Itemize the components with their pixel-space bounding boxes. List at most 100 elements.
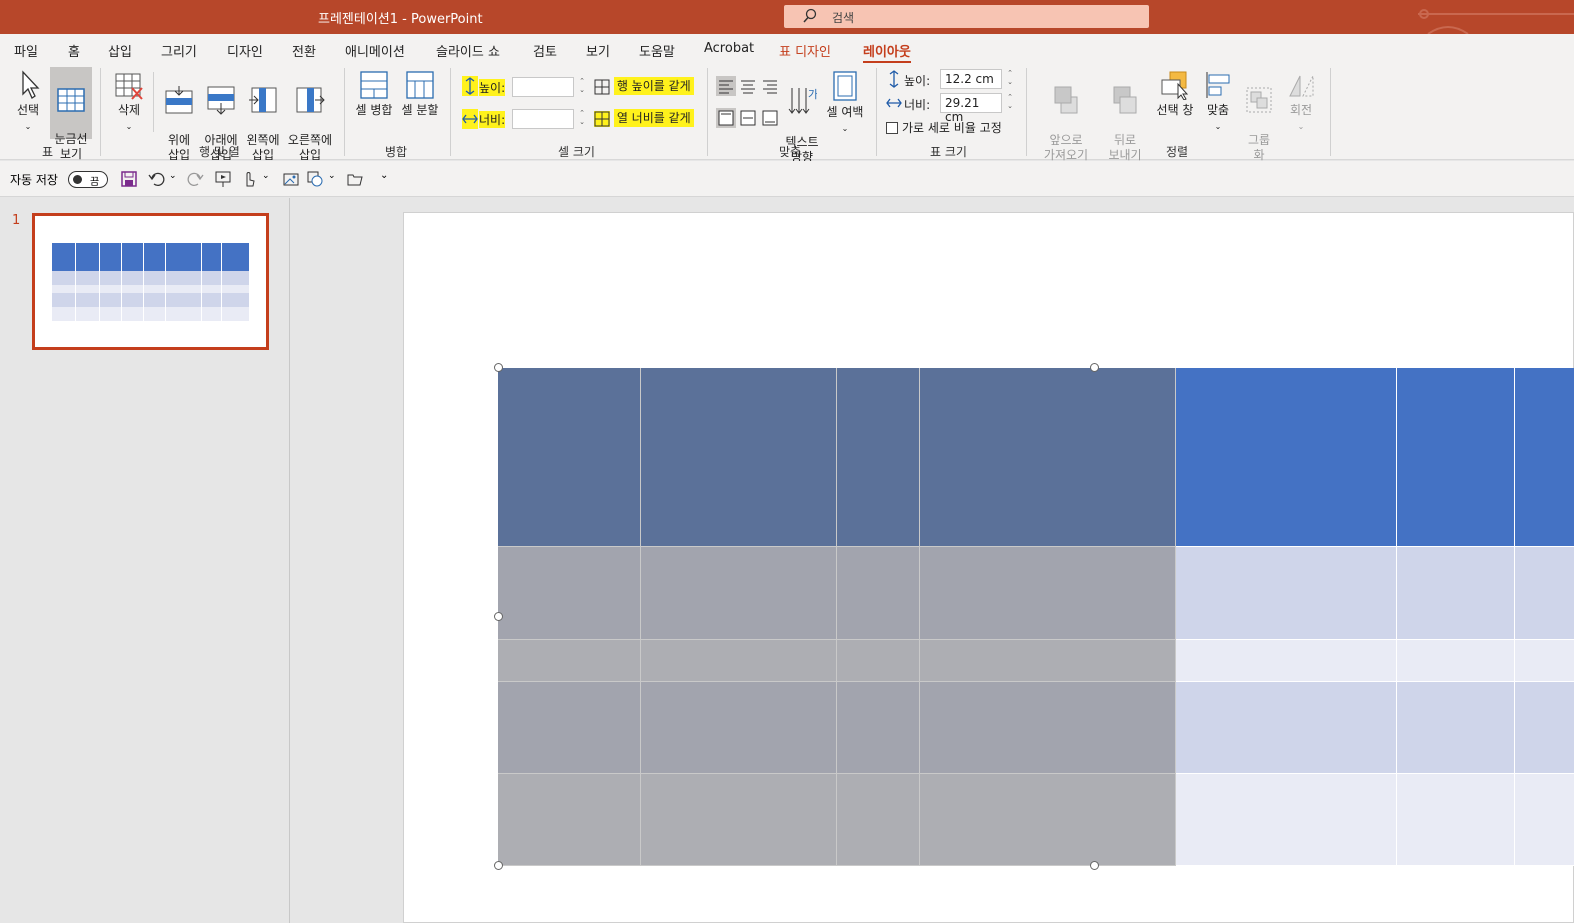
tab-layout[interactable]: 레이아웃	[863, 41, 911, 63]
view-gridlines-button[interactable]: 눈금선 보기	[50, 67, 92, 161]
table-cell[interactable]	[1175, 639, 1398, 682]
align-center-icon[interactable]	[738, 76, 758, 96]
align-bottom-icon[interactable]	[760, 108, 780, 128]
table-cell[interactable]	[1514, 639, 1574, 682]
autosave-toggle[interactable]: 끔	[68, 171, 108, 188]
table-cell[interactable]	[919, 773, 1177, 866]
resize-handle-top-left[interactable]	[494, 363, 503, 372]
table-cell[interactable]	[836, 773, 920, 866]
table-row[interactable]	[498, 546, 1574, 640]
table[interactable]	[498, 368, 1574, 866]
table-row[interactable]	[498, 368, 1574, 547]
table-cell[interactable]	[640, 773, 837, 866]
table-cell[interactable]	[498, 773, 641, 866]
table-cell[interactable]	[1396, 639, 1515, 682]
cell-height-spinner[interactable]: ⌃ ⌄	[577, 77, 587, 97]
table-cell[interactable]	[1514, 368, 1574, 547]
align-left-icon[interactable]	[716, 76, 736, 96]
table-cell[interactable]	[836, 681, 920, 774]
bring-forward-button[interactable]: 앞으로 가져오기	[1034, 70, 1098, 163]
slide-thumbnail[interactable]	[32, 213, 269, 350]
insert-right-button[interactable]: 오른쪽에 삽입	[284, 70, 336, 163]
table-cell[interactable]	[1396, 546, 1515, 640]
insert-left-button[interactable]: 왼쪽에 삽입	[243, 70, 283, 163]
shapes-icon[interactable]	[306, 170, 324, 188]
rotate-button[interactable]: 회전 ⌄	[1282, 70, 1320, 134]
distribute-rows-button[interactable]: 행 높이를 같게	[594, 77, 694, 95]
group-button[interactable]: 그룹 화	[1240, 70, 1278, 163]
search-box[interactable]: 검색	[784, 5, 1149, 28]
table-cell[interactable]	[1514, 546, 1574, 640]
touch-mode-icon[interactable]	[240, 170, 258, 188]
resize-handle-left[interactable]	[494, 612, 503, 621]
cell-width-spinner[interactable]: ⌃ ⌄	[577, 109, 587, 129]
send-backward-button[interactable]: 뒤로 보내기	[1100, 70, 1150, 163]
table-cell[interactable]	[919, 368, 1177, 547]
open-folder-icon[interactable]	[346, 170, 364, 188]
resize-handle-bottom[interactable]	[1090, 861, 1099, 870]
select-button[interactable]: 선택 ⌄	[8, 70, 48, 134]
table-height-spinner[interactable]: ⌃ ⌄	[1005, 69, 1015, 89]
tab-transitions[interactable]: 전환	[292, 41, 316, 60]
cell-height-input[interactable]	[512, 77, 574, 97]
table-cell[interactable]	[640, 681, 837, 774]
delete-button[interactable]: 삭제 ⌄	[108, 72, 150, 134]
tab-table-design[interactable]: 표 디자인	[779, 41, 831, 60]
table-cell[interactable]	[498, 546, 641, 640]
tab-design[interactable]: 디자인	[227, 41, 263, 60]
tab-slideshow[interactable]: 슬라이드 쇼	[436, 41, 500, 60]
table-cell[interactable]	[1514, 773, 1574, 866]
tab-help[interactable]: 도움말	[639, 41, 675, 60]
cell-width-input[interactable]	[512, 109, 574, 129]
tab-home[interactable]: 홈	[68, 41, 80, 60]
table-cell[interactable]	[640, 639, 837, 682]
resize-handle-bottom-left[interactable]	[494, 861, 503, 870]
table-width-input[interactable]: 29.21 cm	[940, 93, 1002, 124]
table-cell[interactable]	[1396, 681, 1515, 774]
table-cell[interactable]	[1175, 546, 1398, 640]
table-cell[interactable]	[1175, 368, 1398, 547]
tab-insert[interactable]: 삽입	[108, 41, 132, 60]
tab-animations[interactable]: 애니메이션	[345, 41, 405, 60]
table-cell[interactable]	[640, 368, 837, 547]
align-right-icon[interactable]	[760, 76, 780, 96]
presentation-icon[interactable]	[214, 170, 232, 188]
chevron-down-icon[interactable]: ⌄	[328, 171, 336, 181]
table-height-input[interactable]: 12.2 cm	[940, 69, 1002, 89]
table-cell[interactable]	[919, 681, 1177, 774]
table-cell[interactable]	[640, 546, 837, 640]
selection-pane-button[interactable]: 선택 창	[1152, 70, 1198, 118]
tab-review[interactable]: 검토	[533, 41, 557, 60]
align-middle-icon[interactable]	[738, 108, 758, 128]
lock-aspect-checkbox[interactable]: 가로 세로 비율 고정	[886, 119, 1002, 136]
table-cell[interactable]	[836, 639, 920, 682]
table-cell[interactable]	[498, 368, 641, 547]
table-row[interactable]	[498, 773, 1574, 866]
split-cells-button[interactable]: 셀 분할	[398, 70, 442, 118]
distribute-columns-button[interactable]: 열 너비를 같게	[594, 109, 694, 127]
insert-above-button[interactable]: 위에 삽입	[160, 70, 198, 163]
tab-file[interactable]: 파일	[14, 41, 38, 60]
table-cell[interactable]	[1175, 681, 1398, 774]
tab-draw[interactable]: 그리기	[161, 41, 197, 60]
table-cell[interactable]	[919, 639, 1177, 682]
table-cell[interactable]	[919, 546, 1177, 640]
chevron-down-icon[interactable]: ⌄	[262, 171, 270, 181]
table-cell[interactable]	[1514, 681, 1574, 774]
table-cell[interactable]	[1396, 773, 1515, 866]
resize-handle-top[interactable]	[1090, 363, 1099, 372]
merge-cells-button[interactable]: 셀 병합	[352, 70, 396, 118]
align-top-icon[interactable]	[716, 108, 736, 128]
tab-view[interactable]: 보기	[586, 41, 610, 60]
table-cell[interactable]	[836, 546, 920, 640]
table-row[interactable]	[498, 639, 1574, 682]
table-cell[interactable]	[836, 368, 920, 547]
table-width-spinner[interactable]: ⌃ ⌄	[1005, 93, 1015, 113]
table-cell[interactable]	[498, 681, 641, 774]
table-cell[interactable]	[1396, 368, 1515, 547]
table-cell[interactable]	[498, 639, 641, 682]
cell-margins-button[interactable]: 셀 여백 ⌄	[823, 70, 867, 136]
save-icon[interactable]	[120, 170, 138, 188]
table-row[interactable]	[498, 681, 1574, 774]
table-cell[interactable]	[1175, 773, 1398, 866]
